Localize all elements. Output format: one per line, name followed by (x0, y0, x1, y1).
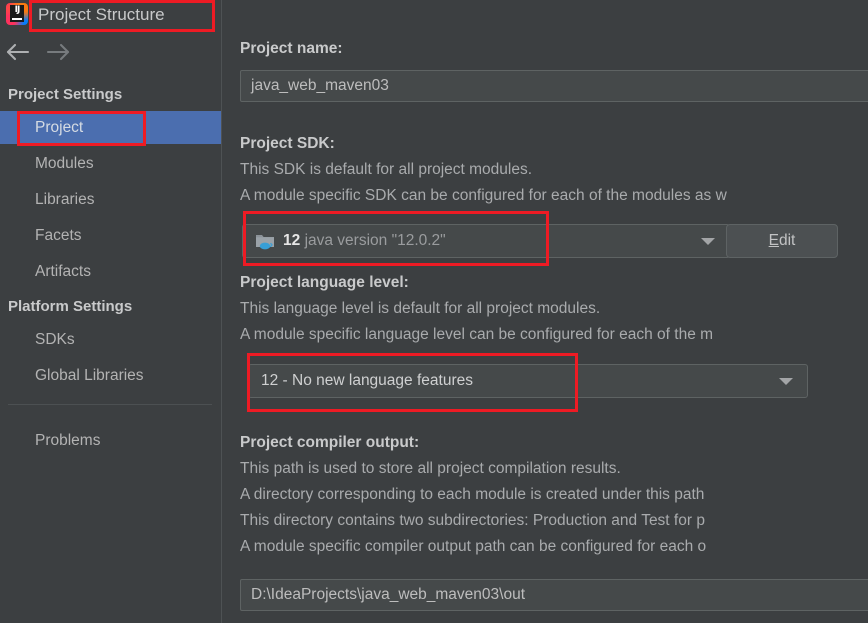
project-compiler-output-label: Project compiler output: (240, 434, 420, 451)
project-name-label: Project name: (240, 40, 343, 57)
project-settings-panel: Project name: java_web_maven03 Project S… (222, 0, 868, 623)
project-compiler-output-description-line-4: A module specific compiler output path c… (240, 538, 707, 555)
navigation-bar (0, 34, 221, 70)
project-sdk-combobox[interactable]: 12 java version "12.0.2" (242, 224, 730, 258)
project-language-level-value: 12 - No new language features (261, 372, 473, 389)
intellij-idea-logo-icon: IJ (6, 3, 28, 25)
sidebar-item-label: SDKs (35, 331, 75, 348)
project-language-level-description-line-2: A module specific language level can be … (240, 326, 714, 343)
sidebar-item-label: Modules (35, 155, 94, 172)
chevron-down-icon[interactable] (701, 238, 715, 245)
intellij-idea-logo-glyph: IJ (10, 5, 24, 22)
arrow-left-icon[interactable] (4, 38, 34, 66)
sidebar-item-global-libraries[interactable]: Global Libraries (0, 359, 221, 392)
java-sdk-folder-icon (255, 232, 275, 250)
project-sdk-description-line-2: A module specific SDK can be configured … (240, 187, 727, 204)
sidebar-item-label: Global Libraries (35, 367, 144, 384)
project-sdk-label: Project SDK: (240, 135, 335, 152)
sidebar-item-label: Libraries (35, 191, 95, 208)
sidebar-item-libraries[interactable]: Libraries (0, 183, 221, 216)
project-compiler-output-description-line-3: This directory contains two subdirectori… (240, 512, 705, 529)
project-sdk-description-line-1: This SDK is default for all project modu… (240, 161, 533, 178)
sidebar-item-label: Problems (35, 432, 101, 449)
sidebar-item-label: Project (35, 119, 84, 136)
sidebar-item-label: Facets (35, 227, 82, 244)
sidebar-group-platform-settings: Platform Settings (8, 298, 133, 315)
dialog-title: Project Structure (38, 5, 165, 24)
sidebar-item-project[interactable]: Project (0, 111, 221, 144)
sidebar-item-sdks[interactable]: SDKs (0, 323, 221, 356)
sidebar-item-modules[interactable]: Modules (0, 147, 221, 180)
project-compiler-output-description-line-2: A directory corresponding to each module… (240, 486, 705, 503)
sidebar-item-artifacts[interactable]: Artifacts (0, 255, 221, 288)
project-name-input[interactable]: java_web_maven03 (240, 70, 868, 102)
project-sdk-version-string: java version "12.0.2" (304, 232, 446, 249)
sidebar-item-facets[interactable]: Facets (0, 219, 221, 252)
settings-sidebar: Project Settings Project Modules Librari… (0, 70, 221, 623)
project-sdk-version-number: 12 (283, 232, 301, 249)
edit-button-label-rest: dit (778, 232, 796, 249)
project-language-level-description-line-1: This language level is default for all p… (240, 300, 601, 317)
sidebar-item-label: Artifacts (35, 263, 91, 280)
project-language-level-label: Project language level: (240, 274, 409, 291)
sidebar-divider-line (8, 404, 212, 405)
sidebar-group-project-settings: Project Settings (8, 86, 123, 103)
project-language-level-combobox[interactable]: 12 - No new language features (248, 364, 808, 398)
chevron-down-icon[interactable] (779, 378, 793, 385)
project-structure-dialog: IJ Project Structure Project Settings Pr… (0, 0, 868, 623)
sidebar-item-problems[interactable]: Problems (0, 424, 221, 457)
project-compiler-output-description-line-1: This path is used to store all project c… (240, 460, 621, 477)
arrow-right-icon[interactable] (44, 38, 74, 66)
edit-sdk-button[interactable]: Edit (726, 224, 838, 258)
edit-button-mnemonic: E (768, 232, 779, 249)
project-compiler-output-input[interactable]: D:\IdeaProjects\java_web_maven03\out (240, 579, 868, 611)
